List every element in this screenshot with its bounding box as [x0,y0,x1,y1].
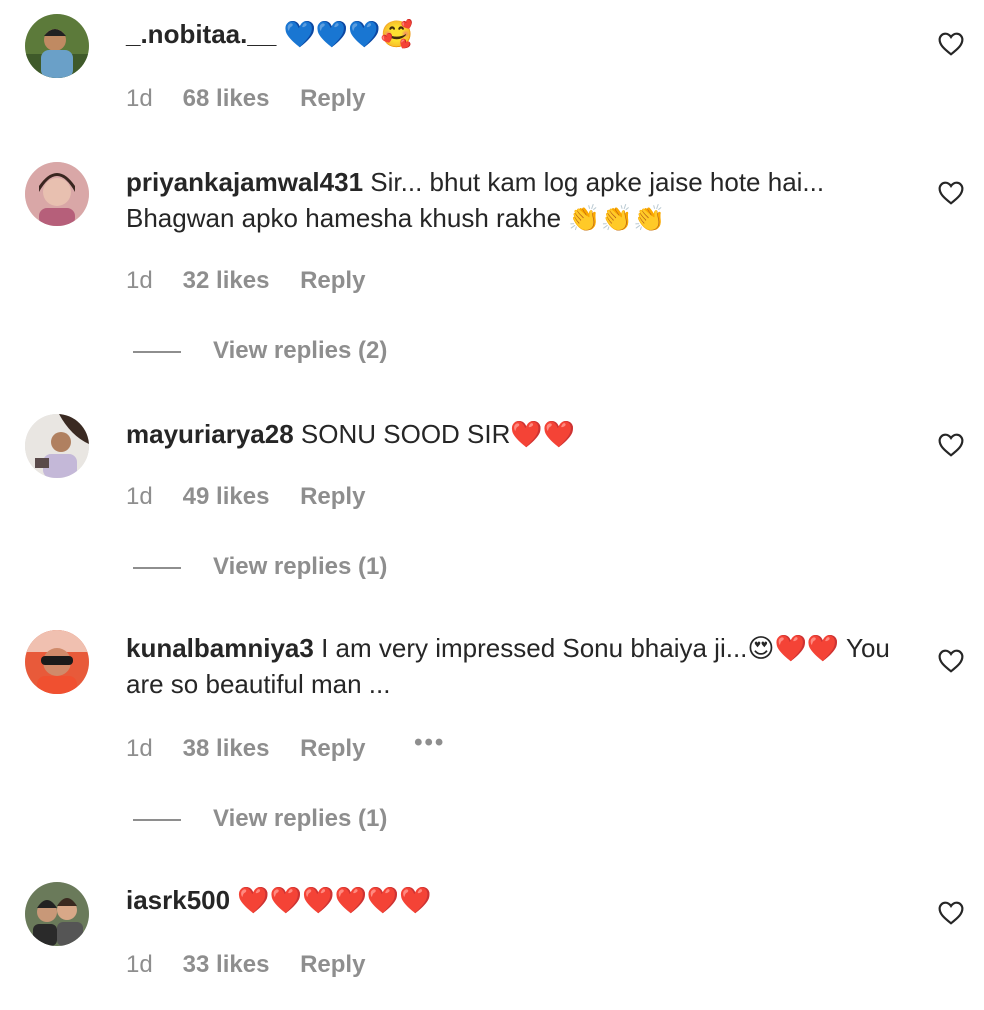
heart-outline-icon[interactable] [938,649,964,673]
comment-item: kunalbamniya3 I am very impressed Sonu b… [0,626,984,846]
comment-text-block: iasrk500 ❤️❤️❤️❤️❤️❤️ [126,882,916,918]
view-replies-button[interactable]: View replies (1) [133,804,387,834]
comment-body: ❤️❤️❤️❤️❤️❤️ [237,885,432,915]
likes-count[interactable]: 68 likes [183,84,270,114]
username[interactable]: priyankajamwal431 [126,167,363,197]
username[interactable]: _.nobitaa.__ [126,19,276,49]
reply-button[interactable]: Reply [300,84,365,114]
comment-body: SONU SOOD SIR❤️❤️ [300,419,576,449]
comment-meta: 1d 49 likes Reply [126,482,365,512]
avatar[interactable] [25,630,89,694]
comment-body: 💙💙💙🥰 [283,19,414,49]
comment-meta: 1d 68 likes Reply [126,84,365,114]
view-replies-label: View replies (1) [213,553,388,580]
avatar[interactable] [25,414,89,478]
username[interactable]: kunalbamniya3 [126,633,314,663]
username[interactable]: iasrk500 [126,885,230,915]
replies-divider [133,566,181,569]
heart-outline-icon[interactable] [938,181,964,205]
comment-text-block: kunalbamniya3 I am very impressed Sonu b… [126,630,916,702]
avatar[interactable] [25,882,89,946]
view-replies-button[interactable]: View replies (2) [133,336,387,366]
comment-text-block: mayuriarya28 SONU SOOD SIR❤️❤️ [126,416,916,452]
reply-button[interactable]: Reply [300,734,365,764]
reply-button[interactable]: Reply [300,950,365,980]
comment-text-block: _.nobitaa.__ 💙💙💙🥰 [126,16,916,52]
avatar[interactable] [25,162,89,226]
heart-outline-icon[interactable] [938,901,964,925]
comment-item: iasrk500 ❤️❤️❤️❤️❤️❤️ 1d 33 likes Reply [0,878,984,1008]
comment-meta: 1d 33 likes Reply [126,950,365,980]
comment-timestamp: 1d [126,483,153,510]
comment-item: _.nobitaa.__ 💙💙💙🥰 1d 68 likes Reply [0,0,984,140]
comment-item: priyankajamwal431 Sir... bhut kam log ap… [0,160,984,380]
heart-outline-icon[interactable] [938,32,964,56]
username[interactable]: mayuriarya28 [126,419,294,449]
comment-timestamp: 1d [126,735,153,762]
likes-count[interactable]: 32 likes [183,266,270,296]
comment-timestamp: 1d [126,951,153,978]
comment-timestamp: 1d [126,85,153,112]
comment-text-block: priyankajamwal431 Sir... bhut kam log ap… [126,164,916,236]
view-replies-button[interactable]: View replies (1) [133,552,387,582]
replies-divider [133,818,181,821]
heart-outline-icon[interactable] [938,433,964,457]
view-replies-label: View replies (2) [213,337,388,364]
avatar[interactable] [25,14,89,78]
view-replies-label: View replies (1) [213,805,388,832]
reply-button[interactable]: Reply [300,266,365,296]
comment-meta: 1d 32 likes Reply [126,266,365,296]
comment-timestamp: 1d [126,267,153,294]
likes-count[interactable]: 49 likes [183,482,270,512]
likes-count[interactable]: 33 likes [183,950,270,980]
reply-button[interactable]: Reply [300,482,365,512]
comment-item: mayuriarya28 SONU SOOD SIR❤️❤️ 1d 49 lik… [0,410,984,600]
likes-count[interactable]: 38 likes [183,734,270,764]
replies-divider [133,350,181,353]
comment-meta: 1d 38 likes Reply ••• [126,729,445,764]
more-options-icon[interactable]: ••• [414,728,445,758]
